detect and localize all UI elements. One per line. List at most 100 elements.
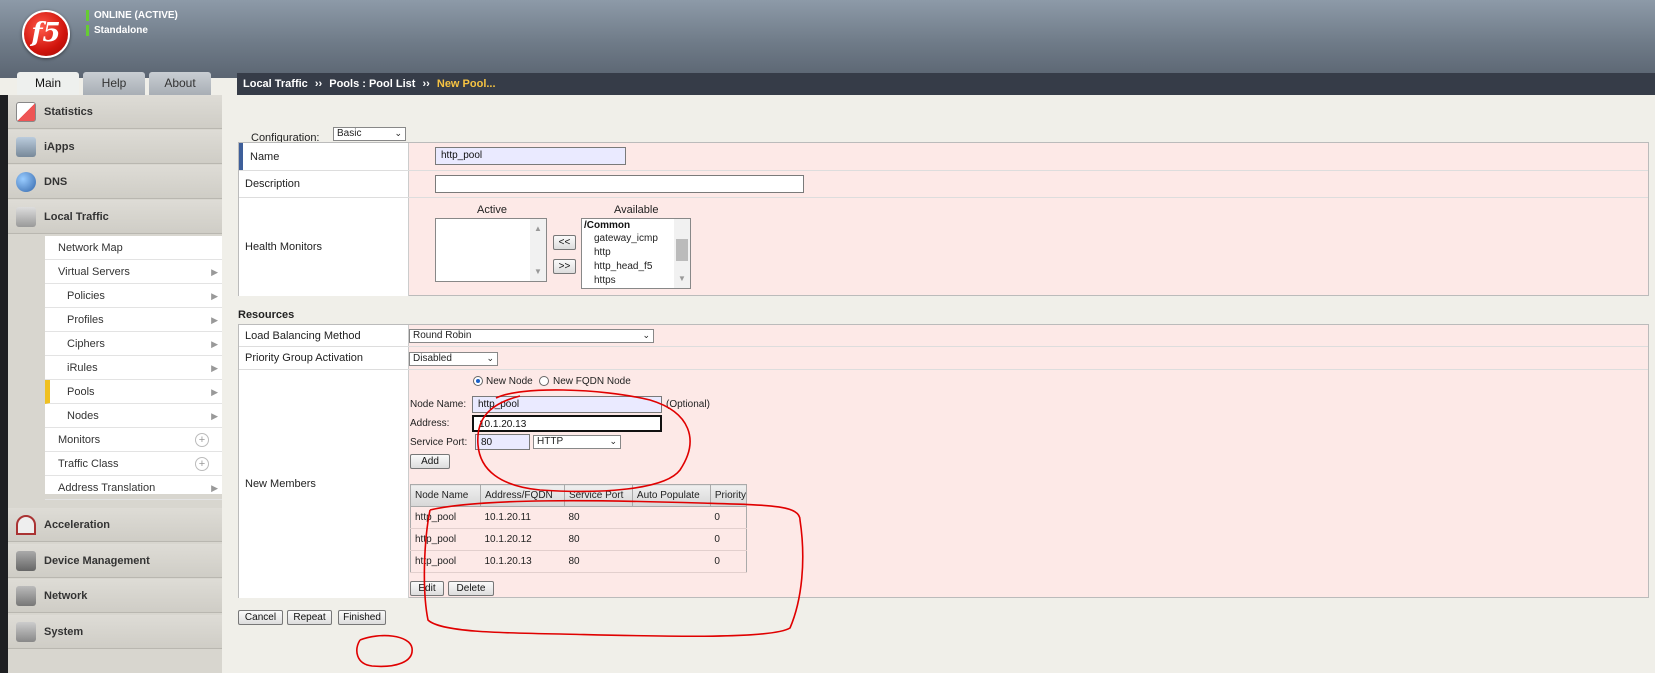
service-port-label: Service Port:: [410, 437, 468, 448]
breadcrumb-current: New Pool...: [436, 78, 496, 90]
scroll-thumb[interactable]: [676, 239, 688, 261]
edit-button[interactable]: Edit: [410, 581, 444, 596]
new-node-label: New Node: [486, 376, 533, 387]
sidebar-item-network[interactable]: Network: [8, 579, 222, 613]
submenu-profiles[interactable]: Profiles ▶: [45, 308, 222, 332]
breadcrumb-pool-list[interactable]: Pools : Pool List: [329, 78, 415, 90]
new-node-radio[interactable]: [473, 376, 483, 386]
submenu-nodes[interactable]: Nodes ▶: [45, 404, 222, 428]
list-item[interactable]: http: [594, 247, 611, 258]
plus-icon[interactable]: +: [195, 457, 209, 471]
statistics-icon: [16, 102, 36, 122]
scroll-down-icon[interactable]: ▼: [534, 267, 542, 276]
move-right-button[interactable]: >>: [553, 259, 576, 274]
scroll-up-icon[interactable]: ▲: [534, 224, 542, 233]
chevron-right-icon: ▶: [211, 387, 218, 397]
device-icon: [16, 551, 36, 571]
description-label: Description: [239, 171, 409, 197]
sidebar-item-acceleration[interactable]: Acceleration: [8, 508, 222, 542]
submenu-pools[interactable]: Pools ▶: [45, 380, 222, 404]
new-members-label: New Members: [239, 370, 409, 598]
add-button[interactable]: Add: [410, 454, 450, 469]
move-left-button[interactable]: <<: [553, 235, 576, 250]
system-icon: [16, 622, 36, 642]
sidebar-item-system[interactable]: System: [8, 615, 222, 649]
tab-help[interactable]: Help: [83, 72, 145, 95]
sidebar-item-statistics[interactable]: Statistics: [8, 95, 222, 129]
table-row[interactable]: http_pool 10.1.20.12 80 0: [410, 528, 747, 551]
submenu-policies[interactable]: Policies ▶: [45, 284, 222, 308]
column-header[interactable]: Service Port: [563, 484, 633, 507]
configuration-select[interactable]: Basic ⌄: [333, 127, 406, 141]
health-monitors-row: Health Monitors Active Available ▲ ▼ << >…: [239, 198, 1648, 296]
chevron-down-icon: ⌄: [609, 436, 617, 446]
cell: 80: [564, 506, 633, 529]
gauge-icon: [16, 515, 36, 535]
name-input[interactable]: http_pool: [435, 147, 626, 165]
lb-method-label: Load Balancing Method: [239, 325, 409, 346]
cancel-button[interactable]: Cancel: [238, 610, 283, 625]
breadcrumb: Local Traffic ›› Pools : Pool List ›› Ne…: [237, 73, 1655, 95]
list-item[interactable]: https: [594, 275, 616, 286]
submenu-virtual-servers[interactable]: Virtual Servers ▶: [45, 260, 222, 284]
scroll-down-icon[interactable]: ▼: [678, 274, 686, 283]
iapps-icon: [16, 137, 36, 157]
cell: 10.1.20.13: [480, 550, 565, 573]
lb-method-select[interactable]: Round Robin ⌄: [409, 329, 654, 343]
submenu-ciphers[interactable]: Ciphers ▶: [45, 332, 222, 356]
submenu-address-translation[interactable]: Address Translation ▶: [45, 476, 222, 500]
list-item[interactable]: gateway_icmp: [594, 233, 658, 244]
address-input[interactable]: 10.1.20.13: [472, 415, 662, 432]
available-monitors-list[interactable]: /Common gateway_icmp http http_head_f5 h…: [581, 218, 691, 289]
tab-about[interactable]: About: [149, 72, 211, 95]
new-members-row: New Members New Node New FQDN Node Node …: [239, 370, 1648, 598]
scrollbar[interactable]: ▲ ▼: [530, 219, 546, 281]
sidebar-item-iapps[interactable]: iApps: [8, 130, 222, 164]
node-name-input[interactable]: http_pool: [472, 396, 662, 413]
breadcrumb-separator: ››: [422, 78, 430, 90]
description-input[interactable]: [435, 175, 804, 193]
cell: 80: [564, 550, 633, 573]
sidebar: Statistics iApps DNS Local Traffic Netwo…: [0, 95, 222, 673]
local-traffic-submenu: Network Map Virtual Servers ▶ Policies ▶ P…: [45, 236, 222, 500]
column-header[interactable]: Auto Populate: [631, 484, 711, 507]
sidebar-item-label: System: [44, 626, 84, 638]
cell: 0: [710, 550, 747, 573]
sidebar-item-device-management[interactable]: Device Management: [8, 544, 222, 578]
cell: http_pool: [410, 506, 481, 529]
chevron-down-icon: ⌄: [486, 353, 494, 363]
submenu-monitors[interactable]: Monitors +: [45, 428, 222, 452]
service-port-input[interactable]: 80: [475, 434, 530, 450]
delete-button[interactable]: Delete: [448, 581, 494, 596]
submenu-traffic-class[interactable]: Traffic Class +: [45, 452, 222, 476]
sidebar-item-label: Acceleration: [44, 519, 111, 531]
priority-group-label: Priority Group Activation: [239, 347, 409, 369]
cell: [632, 506, 711, 529]
tab-main[interactable]: Main: [17, 72, 79, 95]
priority-group-select[interactable]: Disabled ⌄: [409, 352, 498, 366]
name-row: Name http_pool: [239, 143, 1648, 171]
submenu-network-map[interactable]: Network Map: [45, 236, 222, 260]
finished-button[interactable]: Finished: [338, 610, 386, 625]
new-fqdn-node-radio[interactable]: [539, 376, 549, 386]
submenu-irules[interactable]: iRules ▶: [45, 356, 222, 380]
breadcrumb-local-traffic[interactable]: Local Traffic: [243, 78, 308, 90]
cell: 10.1.20.12: [480, 528, 565, 551]
column-header[interactable]: Address/FQDN: [479, 484, 565, 507]
list-item[interactable]: /Common: [584, 220, 630, 231]
repeat-button[interactable]: Repeat: [287, 610, 332, 625]
health-monitors-label: Health Monitors: [239, 198, 409, 296]
plus-icon[interactable]: +: [195, 433, 209, 447]
main-tabs: Main Help About: [17, 72, 211, 95]
column-header[interactable]: Node Name: [410, 484, 481, 507]
table-row[interactable]: http_pool 10.1.20.13 80 0: [410, 550, 747, 573]
list-item[interactable]: http_head_f5: [594, 261, 652, 272]
sidebar-item-local-traffic[interactable]: Local Traffic: [8, 200, 222, 234]
service-select[interactable]: HTTP ⌄: [533, 435, 621, 449]
sidebar-item-label: Statistics: [44, 106, 93, 118]
scrollbar[interactable]: ▼: [674, 219, 690, 288]
active-monitors-list[interactable]: ▲ ▼: [435, 218, 547, 282]
column-header[interactable]: Priority: [709, 484, 748, 507]
sidebar-item-dns[interactable]: DNS: [8, 165, 222, 199]
table-row[interactable]: http_pool 10.1.20.11 80 0: [410, 506, 747, 529]
